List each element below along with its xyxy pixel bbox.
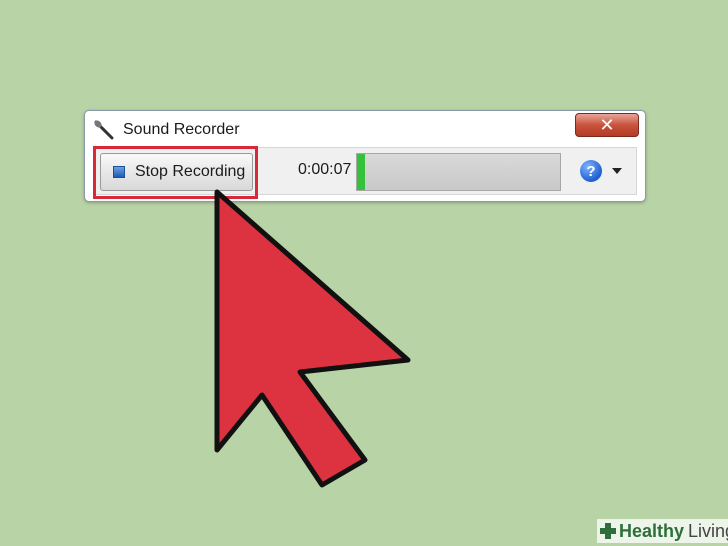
watermark: Healthy Living <box>597 519 728 543</box>
health-cross-icon <box>600 523 616 539</box>
cursor-arrow-icon <box>214 189 411 488</box>
watermark-bold-text: Healthy <box>619 520 685 541</box>
watermark-regular-text: Living <box>688 520 728 541</box>
